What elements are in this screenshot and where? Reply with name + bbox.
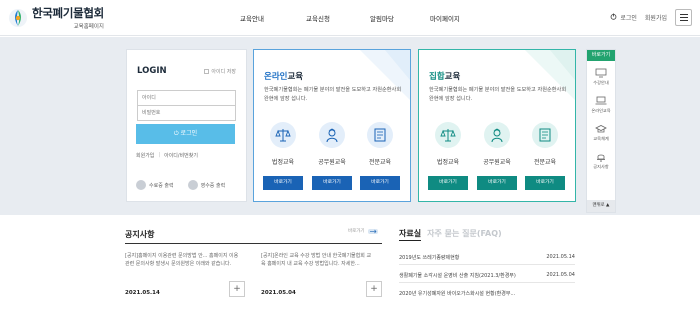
quick-item-edu-system[interactable]: 교육체계 bbox=[587, 124, 615, 142]
nav-item-edu-info[interactable]: 교육안내 bbox=[240, 13, 264, 23]
quick-menu: 바로가기 수강안내 온라인교육 교육체계 공지사항 맨위로 ▲ bbox=[586, 49, 616, 213]
notice-plus-button[interactable]: + bbox=[366, 281, 382, 297]
online-officer-go-button[interactable]: 바로가기 bbox=[312, 176, 352, 190]
notice-text: [공지]온라인 교육 수강 방법 안내 한국폐기물협회 교육 홈페이지 내 교육… bbox=[261, 253, 372, 267]
save-id-checkbox[interactable]: 아이디 저장 bbox=[204, 68, 236, 75]
legal-edu-label: 법정교육 bbox=[436, 159, 460, 166]
print-buttons: 수료증 출력 영수증 출력 bbox=[136, 180, 225, 190]
group-edu-card: 집합교육 한국폐기물협회는 폐기물 분야의 발전을 도모하고 자원순환사회 완현… bbox=[418, 49, 576, 202]
online-edu-title: 온라인교육 bbox=[264, 72, 304, 82]
quick-item-course-guide[interactable]: 수강안내 bbox=[587, 68, 615, 86]
receipt-print-button[interactable]: 영수증 출력 bbox=[187, 180, 225, 190]
officer-icon bbox=[484, 122, 510, 148]
find-account-link[interactable]: 아이디/비번찾기 bbox=[164, 152, 198, 159]
notice-plus-button[interactable]: + bbox=[229, 281, 245, 297]
notice-title: 공지사항 bbox=[125, 230, 155, 239]
scale-icon bbox=[435, 122, 461, 148]
group-legal-go-button[interactable]: 바로가기 bbox=[428, 176, 468, 190]
list-item[interactable]: 2020년 유기성폐자원 바이오가스화시설 현황(환경부... bbox=[399, 285, 575, 301]
group-edu-desc: 한국폐기물협회는 폐기물 분야의 발전을 도모하고 자원순환사회 완현에 앞장 … bbox=[429, 87, 567, 102]
power-icon: ⏻ bbox=[173, 130, 179, 137]
group-officer-go-button[interactable]: 바로가기 bbox=[477, 176, 517, 190]
graduation-cap-icon bbox=[595, 125, 607, 133]
id-input[interactable] bbox=[137, 90, 236, 106]
notice-date: 2021.05.04 bbox=[261, 290, 296, 296]
power-icon bbox=[610, 13, 617, 22]
list-item[interactable]: 생활폐기물 소각시설 운영비 산출 지침(2021.3/환경부) 2021.05… bbox=[399, 267, 575, 283]
scale-icon bbox=[270, 122, 296, 148]
online-edu-desc: 한국폐기물협회는 폐기물 분야의 발전을 도모하고 자원순환사회 완현에 앞장 … bbox=[264, 87, 402, 102]
monitor-icon bbox=[595, 68, 607, 78]
nav-item-mypage[interactable]: 마이페이지 bbox=[430, 13, 460, 23]
document-icon bbox=[367, 122, 393, 148]
quick-menu-title: 바로가기 bbox=[587, 50, 615, 61]
officer-edu-label: 공무원교육 bbox=[483, 159, 511, 166]
laptop-icon bbox=[595, 96, 607, 105]
tab-faq[interactable]: 자주 묻는 질문(FAQ) bbox=[427, 228, 502, 239]
header-login-link[interactable]: 로그인 bbox=[610, 13, 637, 22]
online-expert-go-button[interactable]: 바로가기 bbox=[360, 176, 400, 190]
document-icon bbox=[532, 122, 558, 148]
login-title: LOGIN bbox=[137, 66, 167, 76]
login-links: 회원가입 | 아이디/비번찾기 bbox=[136, 152, 198, 159]
receipt-icon bbox=[187, 180, 198, 190]
notice-more-link[interactable]: 바로가기 bbox=[348, 228, 378, 234]
login-button[interactable]: ⏻ 로그인 bbox=[136, 124, 235, 144]
notice-item[interactable]: [공지]홈페이지 이용관련 문의방법 안... 홈페이지 이용관련 문의사항 발… bbox=[125, 252, 245, 302]
hamburger-menu-icon[interactable] bbox=[675, 9, 692, 26]
online-legal-go-button[interactable]: 바로가기 bbox=[263, 176, 303, 190]
certificate-print-button[interactable]: 수료증 출력 bbox=[136, 180, 174, 190]
officer-edu-label: 공무원교육 bbox=[318, 159, 346, 166]
scroll-top-button[interactable]: 맨위로 ▲ bbox=[587, 200, 615, 212]
join-link[interactable]: 회원가입 bbox=[136, 152, 154, 159]
notice-divider bbox=[125, 243, 382, 244]
legal-edu-label: 법정교육 bbox=[271, 159, 295, 166]
group-expert-go-button[interactable]: 바로가기 bbox=[525, 176, 565, 190]
group-edu-title: 집합교육 bbox=[429, 72, 461, 82]
checkbox-icon bbox=[204, 69, 210, 74]
header-join-link[interactable]: 회원가입 bbox=[645, 13, 667, 22]
data-tabs: 자료실 자주 묻는 질문(FAQ) bbox=[399, 228, 502, 241]
online-edu-card: 온라인교육 한국폐기물협회는 폐기물 분야의 발전을 도모하고 자원순환사회 완… bbox=[253, 49, 411, 202]
notice-item[interactable]: [공지]온라인 교육 수강 방법 안내 한국폐기물협회 교육 홈페이지 내 교육… bbox=[261, 252, 381, 302]
main-nav: 교육안내 교육신청 알림마당 마이페이지 bbox=[0, 13, 700, 23]
site-header: 한국폐기물협회 교육홈페이지 교육안내 교육신청 알림마당 마이페이지 로그인 … bbox=[0, 0, 700, 36]
quick-item-notice[interactable]: 공지사항 bbox=[587, 152, 615, 170]
notice-text: [공지]홈페이지 이용관련 문의방법 안... 홈페이지 이용관련 문의사항 발… bbox=[125, 253, 239, 267]
nav-item-edu-apply[interactable]: 교육신청 bbox=[306, 13, 330, 23]
list-item[interactable]: 2019년도 쓰레기종량제현황 2021.05.14 bbox=[399, 249, 575, 265]
certificate-icon bbox=[136, 180, 146, 190]
notice-date: 2021.05.14 bbox=[125, 290, 160, 296]
bell-icon bbox=[597, 154, 605, 162]
nav-item-notice-board[interactable]: 알림마당 bbox=[370, 13, 394, 23]
quick-item-online-edu[interactable]: 온라인교육 bbox=[587, 96, 615, 114]
tab-data-room[interactable]: 자료실 bbox=[399, 228, 422, 241]
password-input[interactable] bbox=[137, 105, 236, 121]
expert-edu-label: 전문교육 bbox=[533, 159, 557, 166]
arrow-right-icon bbox=[367, 228, 378, 234]
officer-icon bbox=[319, 122, 345, 148]
expert-edu-label: 전문교육 bbox=[368, 159, 392, 166]
logo-subtitle: 교육홈페이지 bbox=[73, 24, 104, 30]
